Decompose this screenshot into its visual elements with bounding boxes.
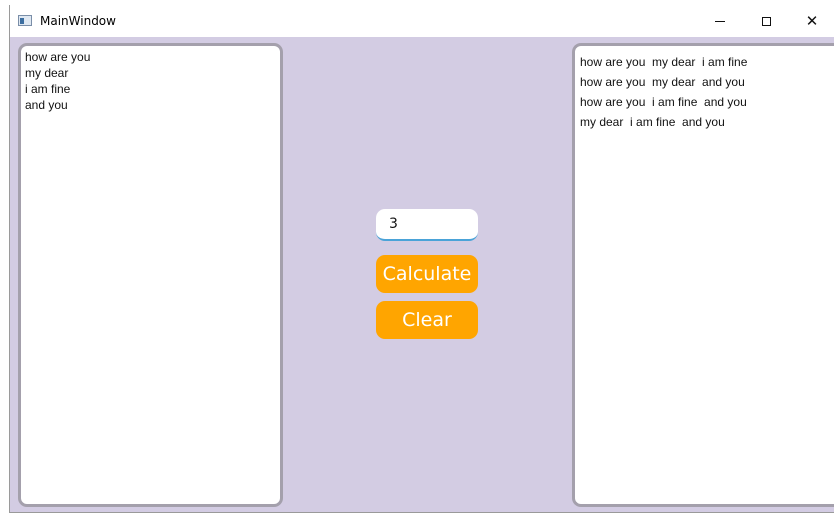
window-title: MainWindow (40, 14, 116, 28)
minimize-button[interactable] (697, 5, 743, 37)
output-line: how are you my dear and you (580, 75, 745, 89)
close-button[interactable]: ✕ (789, 5, 834, 37)
title-bar: MainWindow ✕ (10, 5, 834, 37)
input-line: i am fine (25, 82, 71, 96)
maximize-button[interactable] (743, 5, 789, 37)
calculate-button[interactable]: Calculate (376, 255, 478, 293)
number-input[interactable] (376, 209, 478, 241)
input-textbox[interactable]: how are you my dear i am fine and you (18, 43, 283, 507)
input-line: and you (25, 98, 68, 112)
output-line: how are you i am fine and you (580, 95, 747, 109)
client-area: how are you my dear i am fine and you Ca… (10, 37, 834, 513)
minimize-icon (715, 20, 725, 22)
app-window-icon (18, 15, 32, 26)
clear-button[interactable]: Clear (376, 301, 478, 339)
output-textbox[interactable]: how are you my dear i am fine how are yo… (572, 43, 834, 507)
maximize-icon (761, 16, 771, 26)
output-line: how are you my dear i am fine (580, 55, 748, 69)
close-icon: ✕ (805, 11, 819, 30)
main-window: MainWindow ✕ how are you my dear i am fi… (9, 5, 834, 513)
input-line: how are you (25, 50, 91, 64)
output-line: my dear i am fine and you (580, 115, 725, 129)
input-line: my dear (25, 66, 69, 80)
